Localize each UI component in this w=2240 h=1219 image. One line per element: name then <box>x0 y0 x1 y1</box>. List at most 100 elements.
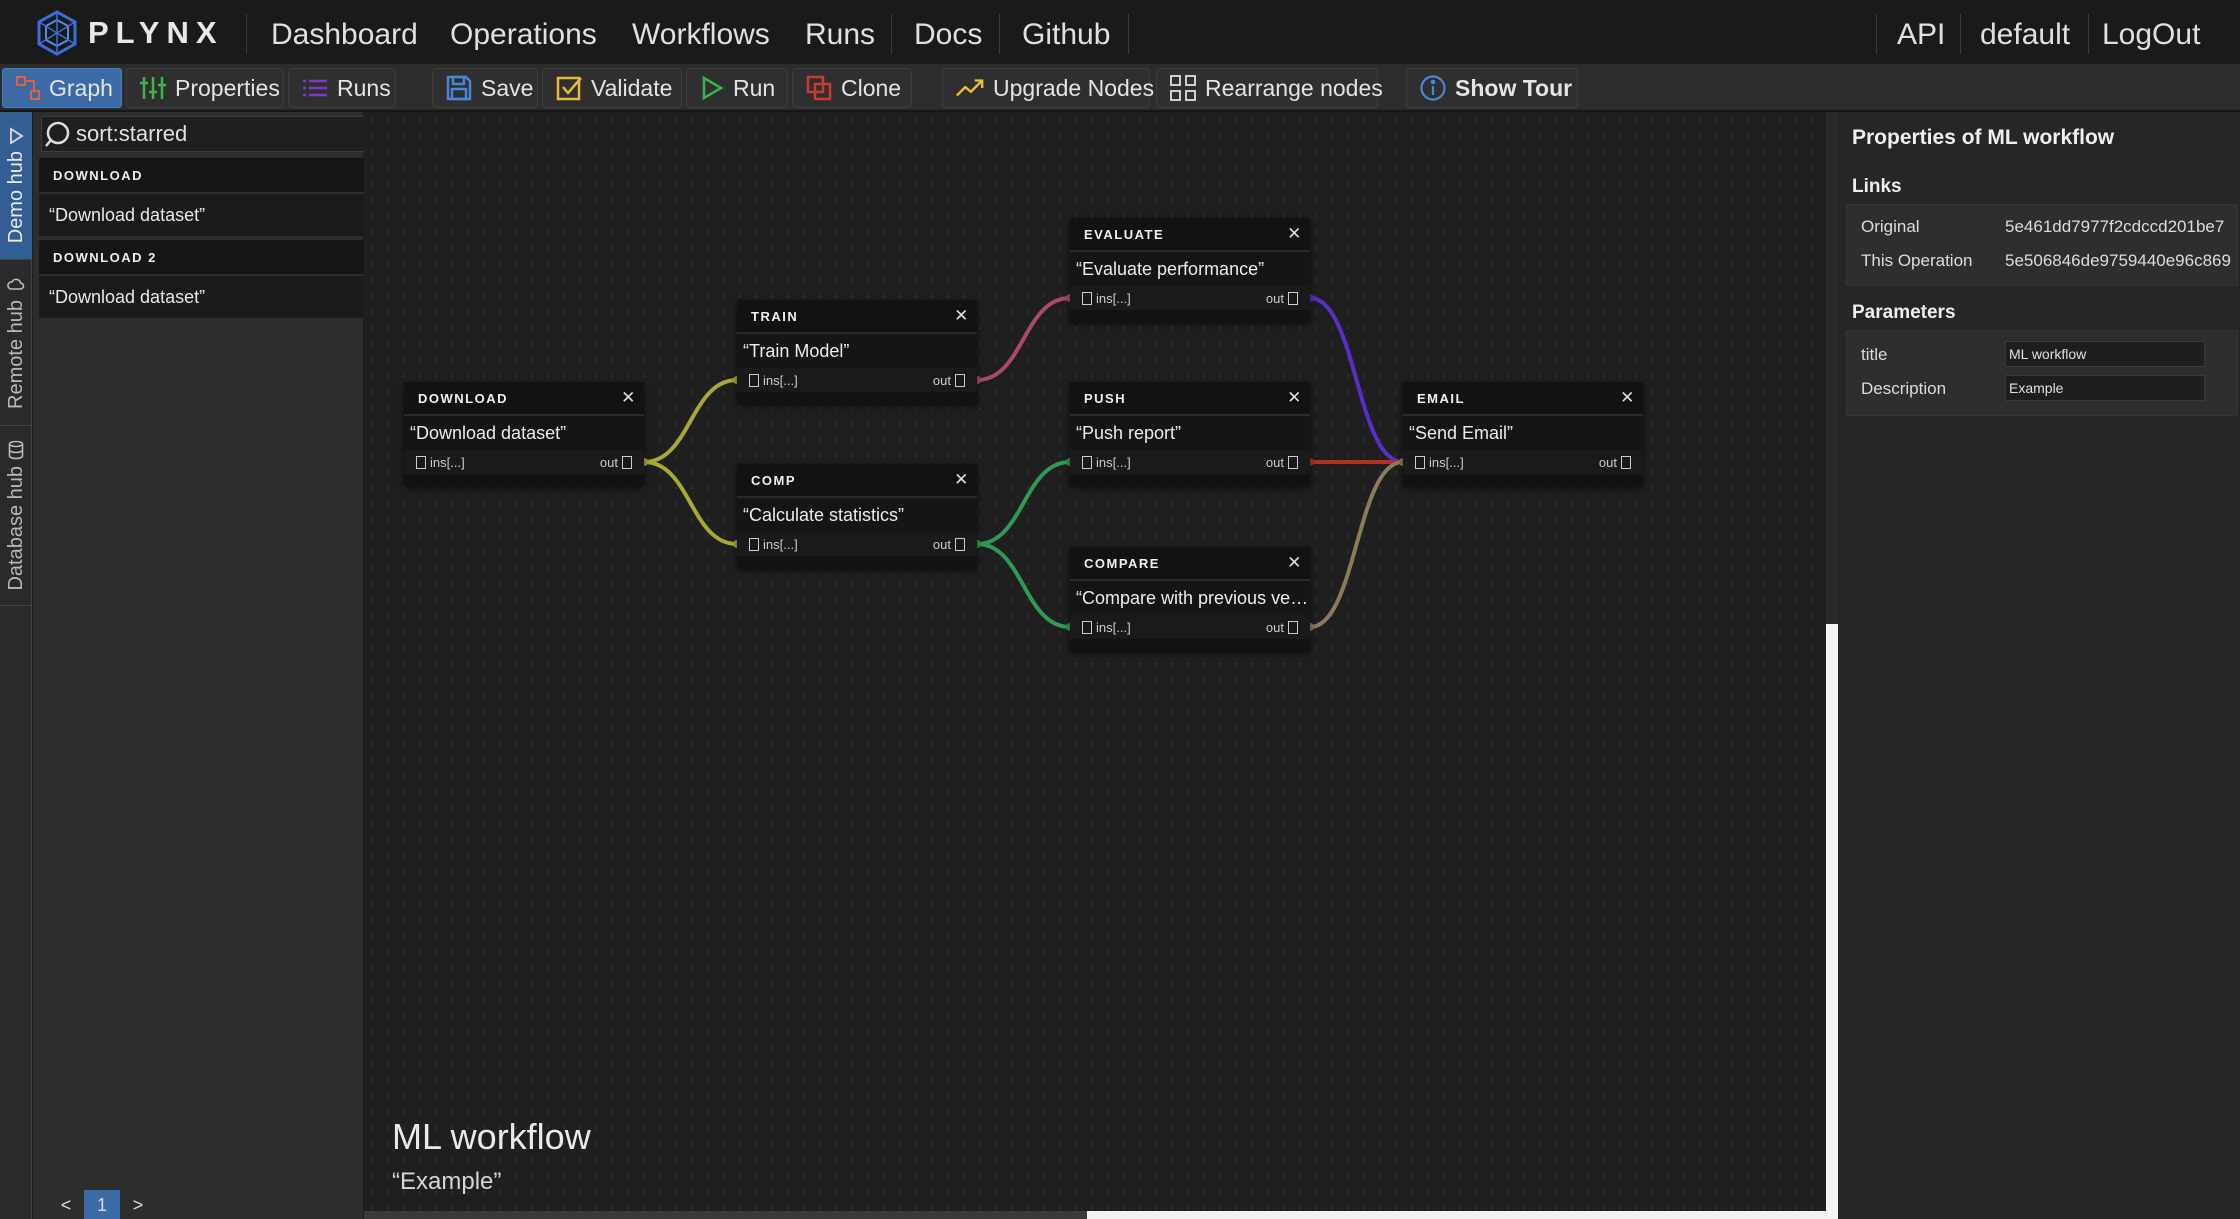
output-port[interactable]: out <box>1599 455 1635 470</box>
pagination: < 1 > <box>48 1190 156 1219</box>
hub-item-title: “Download dataset” <box>39 276 391 318</box>
tab-remote-hub[interactable]: Remote hub <box>0 260 32 426</box>
nav-user[interactable]: default <box>1980 0 2070 64</box>
file-icon <box>955 373 965 387</box>
nav-logout[interactable]: LogOut <box>2102 0 2200 64</box>
edge-evaluate-email <box>1309 296 1404 464</box>
close-icon[interactable]: ✕ <box>947 306 977 326</box>
hub-item-header: DOWNLOAD <box>39 158 391 194</box>
show-tour-button[interactable]: Show Tour <box>1406 68 1578 108</box>
nav-separator <box>1876 14 1877 54</box>
node-download[interactable]: DOWNLOAD ✕ “Download dataset” ins[...] out <box>404 382 644 486</box>
input-port[interactable]: ins[...] <box>1078 291 1131 306</box>
nav-separator <box>1960 14 1961 54</box>
node-train[interactable]: TRAIN ✕ “Train Model” ins[...] out <box>737 300 977 404</box>
cloud-icon <box>7 278 25 290</box>
nav-dashboard[interactable]: Dashboard <box>271 0 418 64</box>
save-button[interactable]: Save <box>432 68 538 108</box>
node-header: COMP <box>751 472 796 488</box>
vertical-scrollbar[interactable] <box>1826 112 1838 1219</box>
input-port[interactable]: ins[...] <box>745 537 798 552</box>
output-port[interactable]: out <box>933 537 969 552</box>
input-port[interactable]: ins[...] <box>1411 455 1464 470</box>
nav-workflows[interactable]: Workflows <box>632 0 770 64</box>
file-icon <box>1288 620 1298 634</box>
close-icon[interactable]: ✕ <box>614 388 644 408</box>
properties-tab-button[interactable]: Properties <box>126 68 284 108</box>
horizontal-scrollbar[interactable] <box>364 1211 1826 1219</box>
scrollbar-thumb[interactable] <box>364 1211 1087 1219</box>
link-label: Original <box>1861 217 1920 236</box>
file-icon <box>1288 291 1298 305</box>
nav-operations[interactable]: Operations <box>450 0 597 64</box>
tab-database-hub[interactable]: Database hub <box>0 426 32 606</box>
run-button[interactable]: Run <box>686 68 788 108</box>
input-port[interactable]: ins[...] <box>1078 620 1131 635</box>
clone-button[interactable]: Clone <box>792 68 912 108</box>
pager-current-page[interactable]: 1 <box>84 1190 120 1219</box>
search-icon <box>45 121 70 147</box>
nav-api[interactable]: API <box>1897 0 1945 64</box>
pager-next-button[interactable]: > <box>120 1190 156 1219</box>
edge-download-comp <box>643 460 738 546</box>
output-port[interactable]: out <box>1266 291 1302 306</box>
nav-runs[interactable]: Runs <box>805 0 875 64</box>
properties-tab-label: Properties <box>175 74 280 101</box>
output-port[interactable]: out <box>1266 455 1302 470</box>
close-icon[interactable]: ✕ <box>947 470 977 490</box>
node-push[interactable]: PUSH ✕ “Push report” ins[...] out <box>1070 382 1310 486</box>
top-navbar: PLYNX Dashboard Operations Workflows Run… <box>0 0 2240 64</box>
link-value[interactable]: 5e461dd7977f2cdccd201be7 <box>2005 217 2224 237</box>
play-icon <box>699 73 725 103</box>
input-port-label: ins[...] <box>430 454 465 470</box>
search-box <box>41 116 381 152</box>
param-description-input[interactable] <box>2005 375 2205 401</box>
close-icon[interactable]: ✕ <box>1280 553 1310 573</box>
tab-demo-hub[interactable]: Demo hub <box>0 112 32 260</box>
graph-tab-button[interactable]: Graph <box>2 68 122 108</box>
input-port[interactable]: ins[...] <box>412 455 465 470</box>
pager-prev-button[interactable]: < <box>48 1190 84 1219</box>
logo[interactable]: PLYNX <box>36 10 224 56</box>
rearrange-nodes-label: Rearrange nodes <box>1205 74 1383 101</box>
close-icon[interactable]: ✕ <box>1613 388 1643 408</box>
node-evaluate[interactable]: EVALUATE ✕ “Evaluate performance” ins[...… <box>1070 218 1310 322</box>
link-label: This Operation <box>1861 251 1973 270</box>
hub-item[interactable]: DOWNLOAD “Download dataset” <box>39 158 391 236</box>
plynx-logo-icon <box>37 10 77 56</box>
link-value[interactable]: 5e506846de9759440e96c869 <box>2005 251 2231 271</box>
node-header: COMPARE <box>1084 555 1160 571</box>
validate-button[interactable]: Validate <box>542 68 682 108</box>
nav-docs[interactable]: Docs <box>914 0 982 64</box>
close-icon[interactable]: ✕ <box>1280 224 1310 244</box>
upgrade-nodes-button[interactable]: Upgrade Nodes <box>942 68 1154 108</box>
hub-item[interactable]: DOWNLOAD 2 “Download dataset” <box>39 240 391 318</box>
tab-remote-hub-label: Remote hub <box>4 300 27 409</box>
output-port[interactable]: out <box>933 373 969 388</box>
node-compare[interactable]: COMPARE ✕ “Compare with previous ve… ins[… <box>1070 547 1310 651</box>
output-port[interactable]: out <box>600 455 636 470</box>
clone-icon <box>805 73 833 103</box>
graph-tab-label: Graph <box>49 74 113 101</box>
node-email[interactable]: EMAIL ✕ “Send Email” ins[...] out <box>1403 382 1643 486</box>
validate-label: Validate <box>591 74 673 101</box>
runs-tab-button[interactable]: Runs <box>288 68 396 108</box>
runs-tab-label: Runs <box>337 74 391 101</box>
node-title: “Compare with previous ve… <box>1070 581 1310 615</box>
nav-github[interactable]: Github <box>1022 0 1110 64</box>
close-icon[interactable]: ✕ <box>1280 388 1310 408</box>
rearrange-nodes-button[interactable]: Rearrange nodes <box>1156 68 1383 108</box>
output-port-label: out <box>1265 454 1284 470</box>
file-icon <box>1415 455 1425 469</box>
scrollbar-thumb[interactable] <box>1826 112 1838 624</box>
graph-canvas[interactable]: DOWNLOAD ✕ “Download dataset” ins[...] out… <box>364 112 1826 1219</box>
file-icon <box>622 455 632 469</box>
hub-panel: DOWNLOAD “Download dataset” DOWNLOAD 2 “… <box>33 112 391 1219</box>
param-title-input[interactable] <box>2005 341 2205 367</box>
input-port[interactable]: ins[...] <box>745 373 798 388</box>
database-icon <box>8 440 24 460</box>
input-port[interactable]: ins[...] <box>1078 455 1131 470</box>
output-port[interactable]: out <box>1266 620 1302 635</box>
node-comp[interactable]: COMP ✕ “Calculate statistics” ins[...] out <box>737 464 977 568</box>
search-input[interactable] <box>76 121 366 147</box>
